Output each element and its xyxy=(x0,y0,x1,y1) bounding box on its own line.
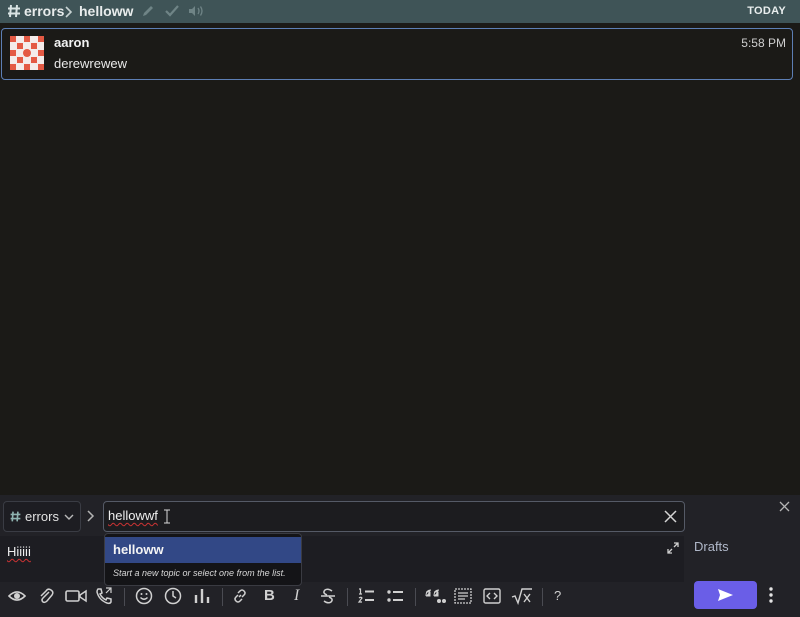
stream-selector-label: errors xyxy=(25,509,59,524)
formatting-toolbar: B I ? xyxy=(0,582,684,612)
toolbar-divider xyxy=(222,588,223,606)
message-content: derewrewew xyxy=(54,56,127,71)
toolbar-divider xyxy=(415,588,416,606)
hash-icon xyxy=(8,4,20,18)
pencil-icon[interactable] xyxy=(141,4,155,18)
ordered-list-icon[interactable] xyxy=(357,587,375,605)
mute-icon[interactable] xyxy=(187,4,205,18)
message-textarea[interactable]: Hiiiii xyxy=(0,536,684,582)
bold-icon[interactable]: B xyxy=(264,587,282,605)
more-options-icon[interactable] xyxy=(766,586,776,604)
message-textarea-value: Hiiiii xyxy=(7,544,31,559)
avatar[interactable] xyxy=(10,36,44,70)
close-icon[interactable] xyxy=(664,510,677,523)
checkmark-icon[interactable] xyxy=(164,4,180,18)
clock-icon[interactable] xyxy=(164,587,182,605)
topic-input-value: hellowwf xyxy=(108,508,158,523)
close-compose-icon[interactable] xyxy=(779,501,790,512)
send-button[interactable] xyxy=(694,581,757,609)
typeahead-option[interactable]: helloww xyxy=(105,537,301,563)
topic-input[interactable]: hellowwf xyxy=(103,501,685,532)
message-timestamp[interactable]: 5:58 PM xyxy=(741,36,786,50)
send-icon xyxy=(718,589,733,601)
spoiler-icon[interactable] xyxy=(454,587,472,605)
math-icon[interactable] xyxy=(511,587,533,605)
link-icon[interactable] xyxy=(231,587,249,605)
italic-icon[interactable]: I xyxy=(294,587,312,605)
chevron-right-icon xyxy=(87,510,95,522)
toolbar-divider xyxy=(347,588,348,606)
bullet-list-icon[interactable] xyxy=(386,587,404,605)
text-cursor-icon xyxy=(164,509,170,524)
eye-icon[interactable] xyxy=(8,587,26,605)
header-topic-name[interactable]: helloww xyxy=(79,3,133,19)
toolbar-divider xyxy=(542,588,543,606)
sender-name[interactable]: aaron xyxy=(54,35,89,50)
message-row[interactable]: aaron 5:58 PM derewrewew xyxy=(1,28,793,80)
poll-icon[interactable] xyxy=(193,587,211,605)
drafts-link[interactable]: Drafts xyxy=(694,539,729,554)
code-icon[interactable] xyxy=(483,587,501,605)
typeahead-option-label: helloww xyxy=(113,542,164,557)
stream-selector[interactable]: errors xyxy=(3,501,81,532)
quote-icon[interactable] xyxy=(424,587,446,605)
help-icon[interactable]: ? xyxy=(554,588,572,606)
expand-icon[interactable] xyxy=(667,542,679,554)
message-header-bar: errors helloww TODAY xyxy=(0,0,800,23)
header-stream-name[interactable]: errors xyxy=(24,3,64,19)
strikethrough-icon[interactable] xyxy=(319,587,337,605)
video-icon[interactable] xyxy=(65,587,87,605)
chevron-down-icon xyxy=(64,514,74,520)
phone-icon[interactable] xyxy=(95,587,113,605)
date-label: TODAY xyxy=(747,5,786,17)
hash-icon xyxy=(10,511,21,522)
typeahead-hint: Start a new topic or select one from the… xyxy=(113,568,286,578)
avatar-pattern-icon xyxy=(10,36,44,70)
paperclip-icon[interactable] xyxy=(37,587,55,605)
smile-icon[interactable] xyxy=(135,587,153,605)
toolbar-divider xyxy=(124,588,125,606)
chevron-right-icon xyxy=(65,6,73,18)
topic-typeahead: helloww Start a new topic or select one … xyxy=(104,533,302,586)
